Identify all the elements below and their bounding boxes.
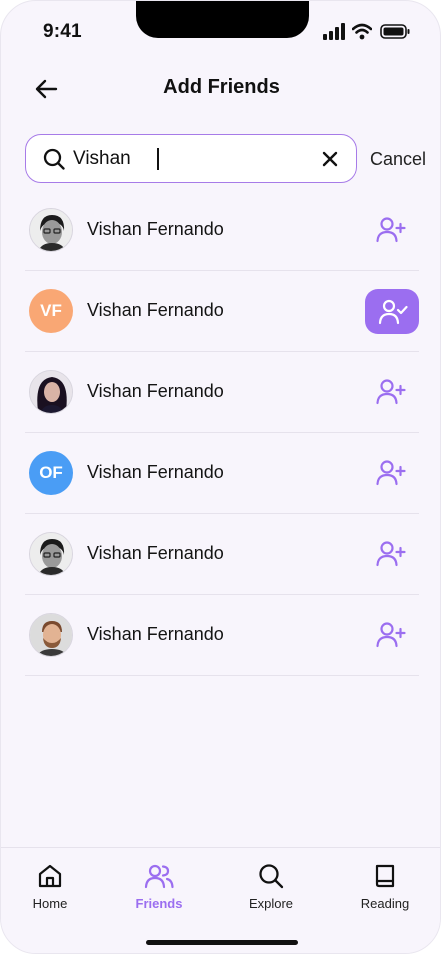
add-friend-button[interactable] xyxy=(375,376,407,408)
friend-name: Vishan Fernando xyxy=(87,219,224,239)
avatar xyxy=(29,532,73,576)
list-item[interactable]: Vishan Fernando xyxy=(25,595,419,676)
book-icon xyxy=(375,864,395,888)
add-friend-button[interactable] xyxy=(375,538,407,570)
user-plus-icon xyxy=(376,541,406,567)
tab-label: Explore xyxy=(248,896,294,911)
signal-icon xyxy=(323,23,345,46)
avatar xyxy=(29,370,73,414)
user-check-icon xyxy=(378,299,408,325)
tab-label: Friends xyxy=(135,896,183,911)
tab-reading[interactable]: Reading xyxy=(340,862,430,911)
friend-name: Vishan Fernando xyxy=(87,462,224,482)
tab-friends[interactable]: Friends xyxy=(114,862,204,911)
friend-added-button[interactable] xyxy=(365,289,419,334)
close-icon[interactable] xyxy=(320,149,340,169)
friend-name: Vishan Fernando xyxy=(87,381,224,401)
home-indicator xyxy=(146,940,298,945)
friend-name: Vishan Fernando xyxy=(87,300,224,320)
list-item[interactable]: Vishan Fernando xyxy=(25,190,419,271)
add-friend-button[interactable] xyxy=(375,619,407,651)
notch xyxy=(136,1,309,38)
avatar xyxy=(29,613,73,657)
search-icon xyxy=(43,148,65,170)
user-plus-icon xyxy=(376,217,406,243)
search-results-list: Vishan Fernando VF Vishan Fernando Visha… xyxy=(25,190,419,676)
add-friend-button[interactable] xyxy=(375,214,407,246)
tab-explore[interactable]: Explore xyxy=(226,862,316,911)
tab-home[interactable]: Home xyxy=(5,862,95,911)
avatar xyxy=(29,208,73,252)
battery-icon xyxy=(380,23,410,45)
page-title: Add Friends xyxy=(163,76,280,98)
list-item[interactable]: OF Vishan Fernando xyxy=(25,433,419,514)
list-item[interactable]: VF Vishan Fernando xyxy=(25,271,419,352)
home-icon xyxy=(38,864,62,888)
user-plus-icon xyxy=(376,379,406,405)
wifi-icon xyxy=(351,23,373,45)
users-icon xyxy=(144,864,174,889)
phone-frame: 9:41 Add Friends Cancel Vishan Fernando xyxy=(0,0,441,954)
tab-bar: Home Friends Explore Reading xyxy=(1,847,440,953)
list-item[interactable]: Vishan Fernando xyxy=(25,352,419,433)
friend-name: Vishan Fernando xyxy=(87,543,224,563)
user-plus-icon xyxy=(376,622,406,648)
user-plus-icon xyxy=(376,460,406,486)
cancel-button[interactable]: Cancel xyxy=(370,149,426,170)
search-icon xyxy=(259,864,284,889)
text-caret xyxy=(157,148,159,170)
friend-name: Vishan Fernando xyxy=(87,624,224,644)
add-friend-button[interactable] xyxy=(375,457,407,489)
avatar: VF xyxy=(29,289,73,333)
list-item[interactable]: Vishan Fernando xyxy=(25,514,419,595)
avatar: OF xyxy=(29,451,73,495)
search-bar[interactable] xyxy=(25,134,357,183)
tab-label: Home xyxy=(32,896,68,911)
search-input[interactable] xyxy=(73,144,303,174)
tab-label: Reading xyxy=(360,896,410,911)
status-time: 9:41 xyxy=(43,21,82,42)
